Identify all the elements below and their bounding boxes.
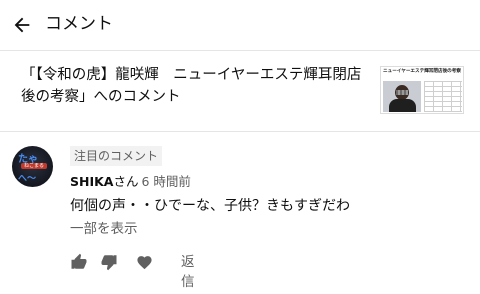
highlighted-comment-badge: 注目のコメント <box>70 146 163 166</box>
author-suffix: さん <box>113 174 139 189</box>
like-button[interactable] <box>68 251 90 273</box>
avatar[interactable]: たゃ ねこまる へ〜 <box>12 146 53 187</box>
avatar-band-text: ねこまる <box>24 163 45 169</box>
comment-author-line: SHIKAさん 6 時間前 <box>70 173 191 191</box>
reply-button[interactable]: 返信 <box>181 252 195 292</box>
thumbnail-table-image <box>424 81 462 112</box>
avatar-band: ねこまる <box>21 163 47 169</box>
app-header: コメント <box>0 0 480 50</box>
video-title-line2: 後の考察」へのコメント <box>21 89 181 105</box>
back-button[interactable] <box>8 11 36 39</box>
thumbs-up-icon <box>71 253 87 269</box>
header-divider <box>0 50 480 51</box>
page-title: コメント <box>45 14 113 34</box>
comment-text: 何個の声・・ひでーな、子供？きもすぎだわ <box>70 198 350 214</box>
video-divider <box>0 131 480 132</box>
thumbnail-mosaic <box>396 90 408 95</box>
thumbnail-person-image <box>383 81 421 112</box>
thumbnail-caption: ニューイヤーエステ輝耳閉店後の考察 <box>383 69 461 74</box>
thumbs-down-icon <box>101 255 117 271</box>
thumbnail-body <box>389 99 416 112</box>
arrow-left-icon <box>14 17 30 33</box>
heart-button[interactable] <box>133 251 155 273</box>
heart-icon <box>136 255 152 269</box>
read-more-link[interactable]: 一部を表示 <box>70 219 138 239</box>
author-name[interactable]: SHIKA <box>70 174 113 189</box>
video-thumbnail[interactable]: ニューイヤーエステ輝耳閉店後の考察 <box>380 66 464 114</box>
video-title[interactable]: 「【令和の虎】龍咲輝 ニューイヤーエステ輝耳閉店 後の考察」へのコメント <box>21 64 366 108</box>
dislike-button[interactable] <box>98 251 120 273</box>
avatar-text-bottom: へ〜 <box>18 174 37 184</box>
video-title-line1: 「【令和の虎】龍咲輝 ニューイヤーエステ輝耳閉店 <box>21 67 362 83</box>
comment-timestamp: 6 時間前 <box>141 174 191 189</box>
